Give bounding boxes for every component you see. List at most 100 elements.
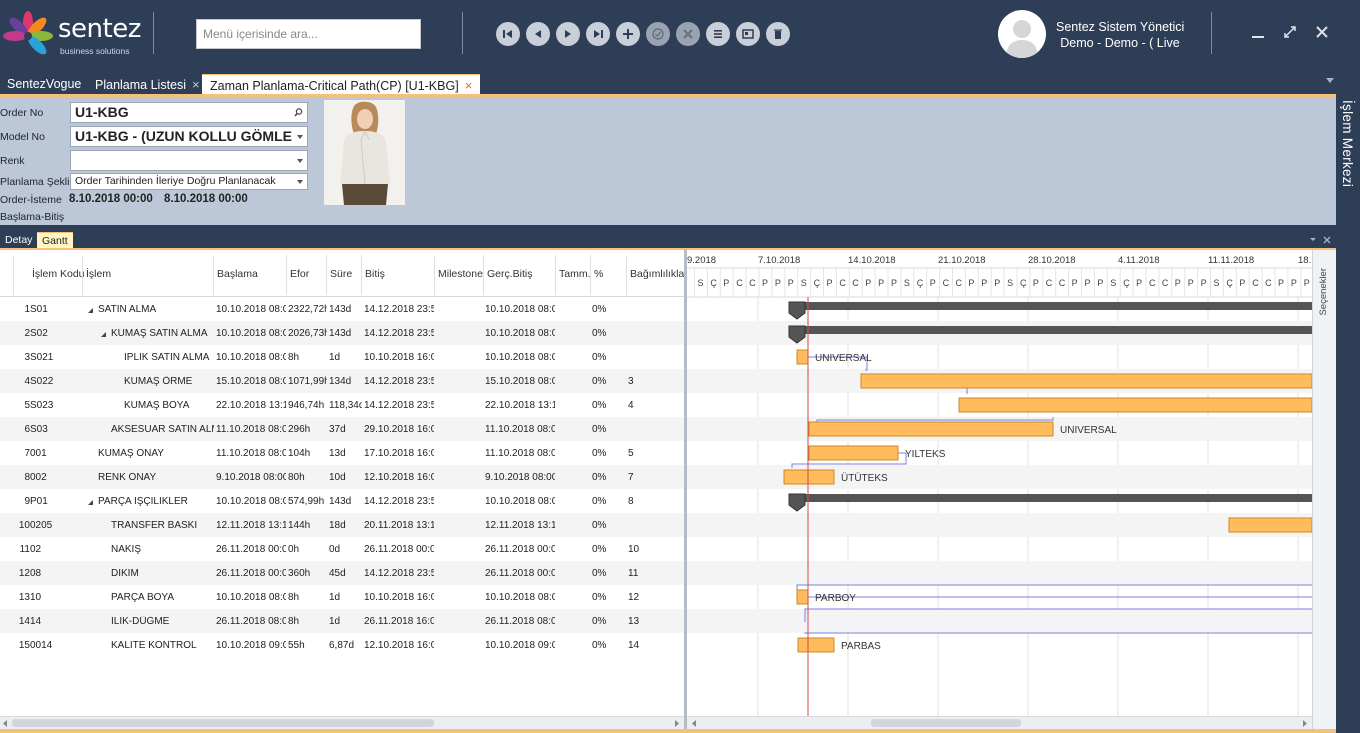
renk-select[interactable] bbox=[70, 150, 308, 171]
scroll-left-icon[interactable] bbox=[2, 720, 8, 727]
table-row[interactable]: 14 14 İLİK-DÜĞME 26.11.2018 08:00 8h 1d 26.11.… bbox=[0, 609, 684, 633]
accent-line bbox=[0, 729, 1336, 733]
add-button[interactable] bbox=[616, 22, 640, 46]
card-button[interactable] bbox=[736, 22, 760, 46]
tab-menu-chevron-icon[interactable] bbox=[1326, 78, 1334, 83]
menu-search-input[interactable] bbox=[196, 19, 421, 49]
expand-toggle-icon[interactable] bbox=[88, 306, 97, 317]
table-row[interactable]: 150014KALİTE KONTROL10.10.2018 09:0055h6… bbox=[0, 633, 684, 657]
table-row[interactable]: 12 08 DİKİM 26.11.2018 00:00 360h 45d 14.12.20… bbox=[0, 561, 684, 585]
col-milestone[interactable]: Milestone bbox=[438, 268, 483, 280]
tab-zaman-planlama[interactable]: Zaman Planlama-Critical Path(CP) [U1-KBG… bbox=[202, 74, 481, 95]
approve-button[interactable] bbox=[646, 22, 670, 46]
table-row[interactable]: 9P01PARÇA İŞÇİLİKLER10.10.2018 08:00574,… bbox=[0, 489, 684, 513]
tab-close-icon[interactable]: × bbox=[465, 78, 473, 93]
task-bar[interactable] bbox=[1228, 517, 1312, 533]
user-avatar[interactable] bbox=[998, 10, 1046, 58]
list-button[interactable] bbox=[706, 22, 730, 46]
summary-start-marker[interactable] bbox=[788, 301, 806, 320]
tab-detay[interactable]: Detay bbox=[0, 232, 37, 249]
table-row[interactable]: 7 001 KUMAŞ ONAY 11.10.2018 08:00 104h 13d 17.… bbox=[0, 441, 684, 465]
col-baslama[interactable]: Başlama bbox=[217, 268, 258, 280]
scroll-right-icon[interactable] bbox=[1302, 720, 1308, 727]
grid-horizontal-scrollbar[interactable] bbox=[0, 716, 684, 729]
task-bar[interactable] bbox=[796, 589, 809, 605]
gantt-svg: 9.2018 7.10.2018 14.10.2018 21.10.2018 28.10… bbox=[687, 255, 1312, 729]
divider bbox=[1211, 12, 1212, 54]
model-no-select[interactable]: U1-KBG - (UZUN KOLLU GÖMLE bbox=[70, 126, 308, 147]
expand-toggle-icon[interactable] bbox=[101, 330, 110, 341]
col-islem[interactable]: İşlem bbox=[86, 268, 111, 280]
tab-close-icon[interactable]: × bbox=[192, 77, 200, 92]
task-bar[interactable] bbox=[783, 469, 835, 485]
panel-collapse-icon[interactable] bbox=[1308, 236, 1318, 244]
scroll-left-icon[interactable] bbox=[691, 720, 697, 727]
table-row[interactable]: 1S01SATIN ALMA10.10.2018 08:002322,72h14… bbox=[0, 297, 684, 321]
task-bar[interactable] bbox=[808, 421, 1054, 437]
summary-start-marker[interactable] bbox=[788, 493, 806, 512]
table-row[interactable]: 5S023KUMAŞ BOYA22.10.2018 13:15946,74h11… bbox=[0, 393, 684, 417]
col-sure[interactable]: Süre bbox=[330, 268, 352, 280]
panel-close-icon[interactable] bbox=[1322, 235, 1332, 245]
row-end: 26.11.2018 16:00 bbox=[364, 616, 434, 627]
col-tamm[interactable]: Tamm. bbox=[559, 268, 591, 280]
task-bar[interactable] bbox=[796, 349, 809, 365]
islem-merkezi-panel[interactable] bbox=[1336, 97, 1360, 733]
maximize-button[interactable] bbox=[1278, 20, 1302, 44]
order-no-field[interactable]: U1-KBG bbox=[70, 102, 308, 123]
cancel-button[interactable] bbox=[676, 22, 700, 46]
grid-scroll-thumb[interactable] bbox=[12, 719, 434, 727]
table-row[interactable]: 2S02KUMAŞ SATIN ALMA10.10.2018 08:002026… bbox=[0, 321, 684, 345]
table-row[interactable]: 6S03AKSESUAR SATIN ALMA11.10.2018 08:002… bbox=[0, 417, 684, 441]
gantt-horizontal-scrollbar[interactable] bbox=[687, 716, 1312, 729]
day-letter: S bbox=[904, 278, 910, 288]
col-percent[interactable]: % bbox=[594, 268, 603, 280]
task-bar[interactable] bbox=[958, 397, 1312, 413]
col-efor[interactable]: Efor bbox=[290, 268, 309, 280]
row-start: 15.10.2018 08:00 bbox=[216, 376, 286, 387]
col-sep bbox=[483, 255, 484, 295]
minimize-button[interactable] bbox=[1246, 20, 1270, 44]
first-record-button[interactable] bbox=[496, 22, 520, 46]
planlama-sekli-select[interactable]: Order Tarihinden İleriye Doğru Planlanac… bbox=[70, 173, 308, 190]
row-name: PARÇA BOYA bbox=[111, 592, 174, 603]
delete-button[interactable] bbox=[766, 22, 790, 46]
last-record-button[interactable] bbox=[586, 22, 610, 46]
gantt-scroll-thumb[interactable] bbox=[871, 719, 1021, 727]
model-photo[interactable] bbox=[324, 100, 405, 205]
expand-toggle-icon[interactable] bbox=[88, 498, 97, 509]
col-gerc-bitis[interactable]: Gerç.Bitiş bbox=[487, 268, 533, 280]
scroll-right-icon[interactable] bbox=[674, 720, 680, 727]
task-bar[interactable] bbox=[797, 637, 835, 653]
table-row[interactable]: 1310PARÇA BOYA10.10.2018 08:008h1d10.10.… bbox=[0, 585, 684, 609]
task-bar[interactable] bbox=[860, 373, 1312, 389]
table-row[interactable]: 3S021İPLİK SATIN ALMA10.10.2018 08:008h1… bbox=[0, 345, 684, 369]
tab-planlama-listesi[interactable]: Planlama Listesi × bbox=[91, 74, 204, 95]
sentez-logo[interactable]: sentez business solutions bbox=[2, 8, 152, 60]
close-button[interactable] bbox=[1310, 20, 1334, 44]
tab-gantt[interactable]: Gantt bbox=[37, 232, 73, 249]
bar-label: ÜTÜTEKS bbox=[841, 472, 888, 484]
table-row[interactable]: 8 002 RENK ONAY 9.10.2018 08:00 80h 10d 12.10.… bbox=[0, 465, 684, 489]
tab-sentezvogue[interactable]: SentezVogue bbox=[3, 74, 85, 95]
table-row[interactable]: 10 0205 TRANSFER BASKI 12.11.2018 13:15 144h… bbox=[0, 513, 684, 537]
task-bar[interactable] bbox=[808, 445, 899, 461]
row-sure: 0d bbox=[329, 544, 341, 555]
secenekler-label[interactable]: Seçenekler bbox=[1318, 268, 1329, 316]
summary-bar[interactable] bbox=[789, 494, 1312, 502]
table-row[interactable]: 11 02 NAKIŞ 26.11.2018 00:00 0h 0d 26.11.2018 … bbox=[0, 537, 684, 561]
previous-record-button[interactable] bbox=[526, 22, 550, 46]
col-islem-kodu[interactable]: İşlem Kodu bbox=[32, 268, 85, 280]
col-bitis[interactable]: Bitiş bbox=[365, 268, 385, 280]
summary-bar[interactable] bbox=[789, 302, 1312, 310]
day-letter: C bbox=[736, 278, 743, 288]
next-record-button[interactable] bbox=[556, 22, 580, 46]
summary-bar[interactable] bbox=[789, 326, 1312, 334]
col-bagimliliklar[interactable]: Bağımlılıklar bbox=[630, 268, 684, 280]
row-start: 22.10.2018 13:15 bbox=[216, 400, 286, 411]
table-row[interactable]: 4S022KUMAŞ ÖRME15.10.2018 08:001071,99h1… bbox=[0, 369, 684, 393]
tab-label: SentezVogue bbox=[7, 77, 82, 91]
search-icon[interactable] bbox=[294, 108, 303, 117]
gantt-options-strip[interactable] bbox=[1312, 250, 1336, 729]
islem-merkezi-label[interactable]: İşlem Merkezi bbox=[1340, 100, 1355, 187]
